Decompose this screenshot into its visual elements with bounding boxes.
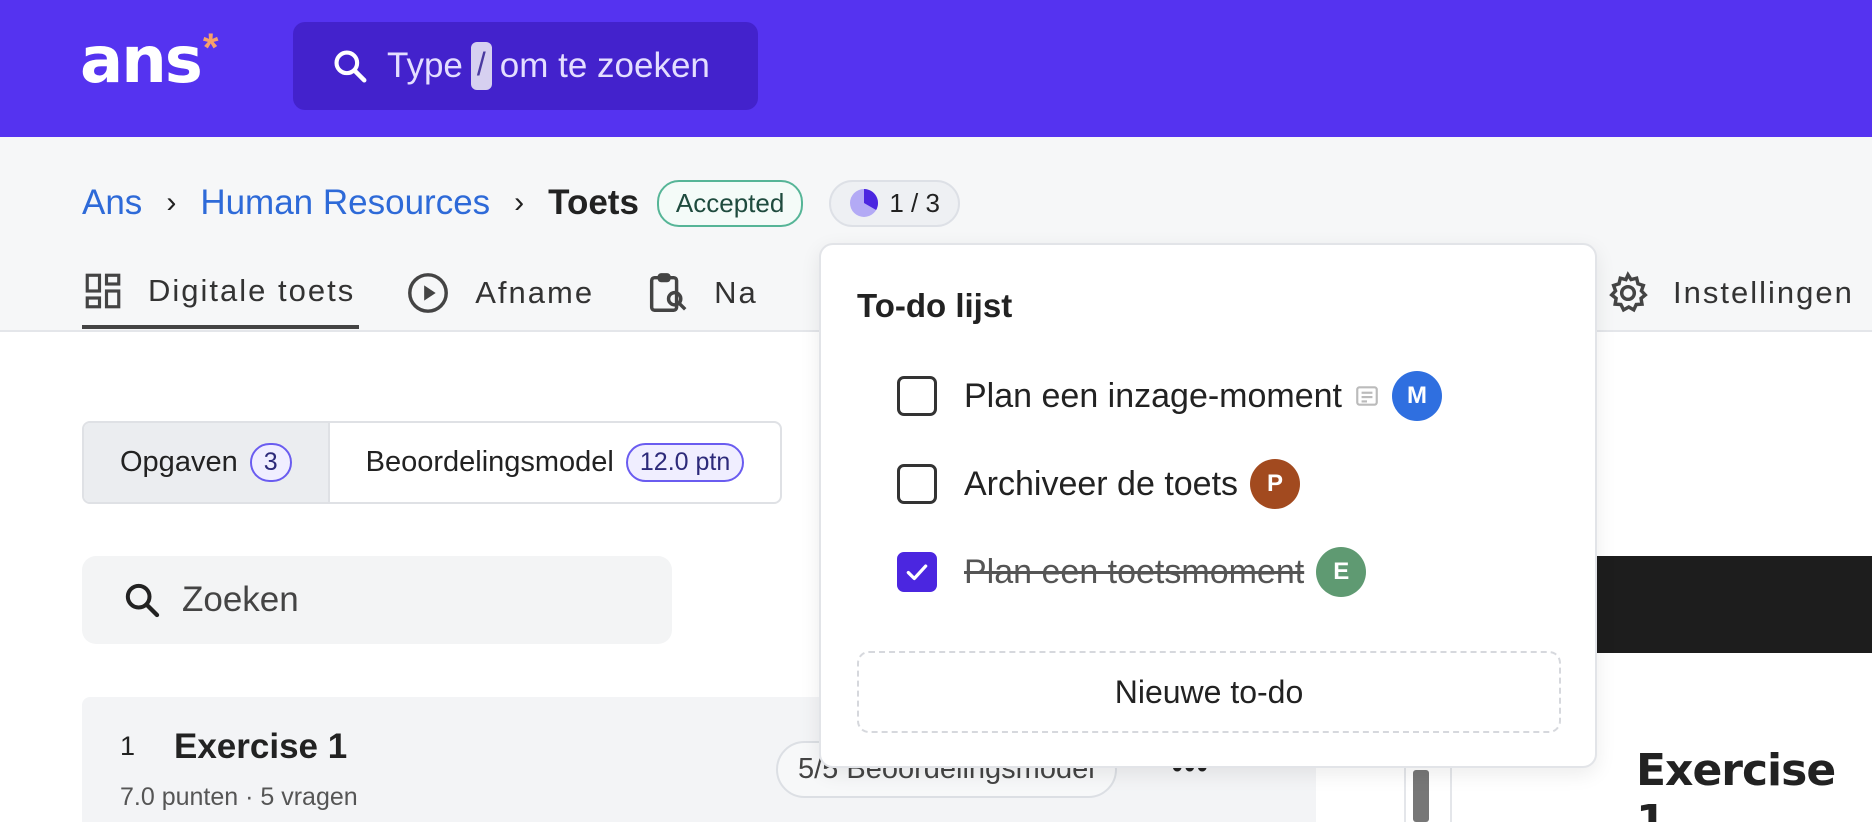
avatar: E xyxy=(1316,547,1367,597)
todo-label[interactable]: Archiveer de toets xyxy=(964,465,1238,504)
global-search-prefix: Type xyxy=(387,46,463,85)
logo-star: * xyxy=(202,26,219,70)
tab-instellingen[interactable]: Instellingen xyxy=(1605,257,1854,329)
tab-bar: Digitale toets Afname Na xyxy=(82,257,808,332)
ans-logo[interactable]: ans * xyxy=(80,26,218,96)
keyboard-shortcut-key: / xyxy=(470,42,492,90)
tab-label: Digitale toets xyxy=(148,273,356,308)
play-circle-icon xyxy=(408,273,449,313)
todo-checkbox[interactable] xyxy=(897,464,937,504)
search-placeholder: Zoeken xyxy=(182,580,299,619)
breadcrumb: Ans › Human Resources › Toets Accepted 1… xyxy=(82,173,960,233)
new-todo-button[interactable]: Nieuwe to-do xyxy=(857,651,1561,733)
exercise-number: 1 xyxy=(120,731,136,761)
segment-beoordelingsmodel[interactable]: Beoordelingsmodel 12.0 ptn xyxy=(330,423,781,502)
progress-pie-icon xyxy=(850,189,879,217)
chevron-right-icon: › xyxy=(514,186,525,219)
todo-item: Archiveer de toets P xyxy=(897,454,1301,514)
todo-label[interactable]: Plan een toetsmoment xyxy=(964,553,1304,592)
points-badge: 12.0 ptn xyxy=(625,443,745,482)
breadcrumb-human-resources[interactable]: Human Resources xyxy=(200,183,490,223)
todo-label[interactable]: Plan een inzage-moment xyxy=(964,377,1342,416)
todo-item: Plan een toetsmoment E xyxy=(897,542,1367,602)
exercise-title: Exercise 1 xyxy=(174,727,348,766)
tab-label: Na xyxy=(714,275,758,310)
avatar: P xyxy=(1250,459,1301,509)
gear-icon xyxy=(1609,271,1648,313)
clipboard-search-icon xyxy=(650,273,687,312)
todo-item: Plan een inzage-moment M xyxy=(897,366,1443,426)
checkmark-icon xyxy=(906,564,928,581)
tab-digitale-toets[interactable]: Digitale toets xyxy=(82,257,360,329)
segment-label: Beoordelingsmodel xyxy=(365,446,614,478)
top-bar: ans * Type / om te zoeken xyxy=(0,0,1872,137)
todo-popover: To-do lijst Plan een inzage-moment M Arc… xyxy=(819,243,1597,768)
todo-progress-button[interactable]: 1 / 3 xyxy=(829,179,960,227)
todo-checkbox[interactable] xyxy=(897,376,937,416)
avatar: M xyxy=(1392,371,1443,421)
search-icon xyxy=(334,50,367,83)
page-title: Toets xyxy=(548,183,639,222)
segment-label: Opgaven xyxy=(120,446,238,478)
tab-label: Instellingen xyxy=(1673,275,1854,310)
status-badge: Accepted xyxy=(656,179,804,227)
tab-afname[interactable]: Afname xyxy=(405,257,598,329)
breadcrumb-ans[interactable]: Ans xyxy=(82,183,142,223)
global-search[interactable]: Type / om te zoeken xyxy=(293,22,758,110)
dashboard-icon xyxy=(85,273,121,309)
view-switcher: Opgaven 3 Beoordelingsmodel 12.0 ptn xyxy=(82,421,783,504)
note-icon xyxy=(1356,386,1378,406)
exercise-subtitle: 7.0 punten · 5 vragen xyxy=(120,783,358,811)
scrollbar-thumb[interactable] xyxy=(1413,770,1429,822)
search-icon xyxy=(125,583,160,618)
tab-nakijken[interactable]: Na xyxy=(644,257,762,329)
chevron-right-icon: › xyxy=(166,186,177,219)
tab-label: Afname xyxy=(475,275,595,310)
count-badge: 3 xyxy=(249,443,292,482)
preview-header-bar xyxy=(1560,556,1872,653)
segment-opgaven[interactable]: Opgaven 3 xyxy=(84,423,330,502)
preview-exercise-title: Exercise 1 xyxy=(1636,745,1836,822)
logo-text: ans xyxy=(80,24,203,98)
todo-checkbox-checked[interactable] xyxy=(897,552,937,592)
global-search-suffix: om te zoeken xyxy=(499,46,710,85)
todo-progress-count: 1 / 3 xyxy=(889,187,940,218)
todo-popover-title: To-do lijst xyxy=(857,287,1013,324)
search-input[interactable]: Zoeken xyxy=(82,556,672,644)
